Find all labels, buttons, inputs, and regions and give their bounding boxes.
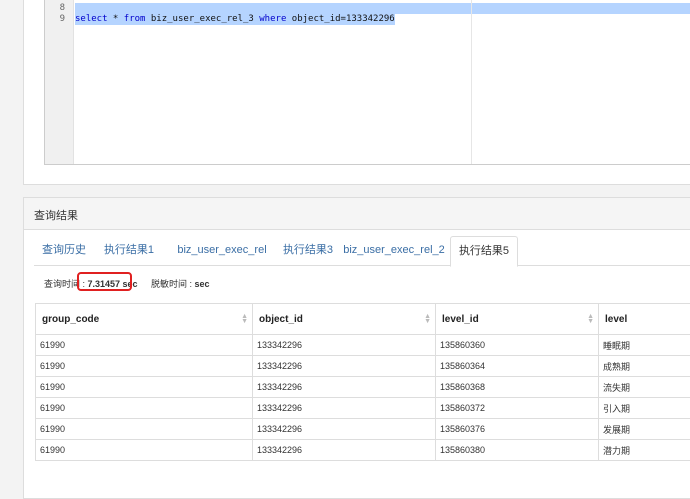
table-cell: 135860372	[436, 398, 599, 419]
line-number: 9	[45, 14, 65, 24]
table-cell: 133342296	[253, 398, 436, 419]
table-cell: 133342296	[253, 356, 436, 377]
table-cell: 发展期	[599, 419, 690, 440]
print-margin	[471, 0, 472, 164]
tab-result-1[interactable]: 执行结果1	[96, 236, 162, 264]
table-cell: 133342296	[253, 335, 436, 356]
sql-condition: object_id=133342296	[286, 14, 394, 24]
highlight-annotation	[77, 272, 132, 291]
tab-biz-user-exec-rel-2[interactable]: biz_user_exec_rel_2	[340, 236, 448, 264]
table-cell: 成熟期	[599, 356, 690, 377]
table-cell: 61990	[36, 377, 253, 398]
table-cell: 133342296	[253, 419, 436, 440]
sql-token: *	[108, 14, 124, 24]
table-cell: 流失期	[599, 377, 690, 398]
tab-result-5[interactable]: 执行结果5	[450, 236, 518, 267]
table-row: 61990 133342296 135860364 成熟期	[36, 356, 690, 377]
sql-keyword: from	[124, 14, 146, 24]
table-cell: 135860376	[436, 419, 599, 440]
mask-time-label: 脱敏时间 :	[151, 279, 195, 289]
line-number-gutter: 8 9	[45, 0, 74, 164]
column-header-label: group_code	[42, 314, 99, 325]
column-header-label: object_id	[259, 314, 303, 325]
table-cell: 61990	[36, 335, 253, 356]
table-header-row: group_code ▲▼ object_id ▲▼ level_id ▲▼ leve…	[36, 304, 690, 335]
sql-keyword: where	[259, 14, 286, 24]
column-header-group-code[interactable]: group_code ▲▼	[36, 304, 253, 335]
column-header-object-id[interactable]: object_id ▲▼	[253, 304, 436, 335]
column-header-level-id[interactable]: level_id ▲▼	[436, 304, 599, 335]
sql-editor[interactable]: 8 9 select * from biz_user_exec_rel_3 wh…	[44, 0, 690, 165]
column-header-level[interactable]: level	[599, 304, 690, 335]
line-number: 8	[45, 3, 65, 13]
table-row: 61990 133342296 135860380 潜力期	[36, 440, 690, 461]
table-cell: 133342296	[253, 377, 436, 398]
results-panel: 查询结果 查询历史 执行结果1 biz_user_exec_rel 执行结果3 …	[23, 197, 690, 499]
table-row: 61990 133342296 135860372 引入期	[36, 398, 690, 419]
sort-icon[interactable]: ▲▼	[424, 314, 431, 324]
tab-result-3[interactable]: 执行结果3	[277, 236, 339, 264]
tab-biz-user-exec-rel[interactable]: biz_user_exec_rel	[167, 236, 277, 264]
table-cell: 潜力期	[599, 440, 690, 461]
mask-time: 脱敏时间 : sec	[151, 277, 210, 290]
table-cell: 61990	[36, 398, 253, 419]
results-table: group_code ▲▼ object_id ▲▼ level_id ▲▼ leve…	[35, 303, 690, 461]
column-header-label: level_id	[442, 314, 479, 325]
table-cell: 135860380	[436, 440, 599, 461]
table-cell: 61990	[36, 440, 253, 461]
table-cell: 引入期	[599, 398, 690, 419]
table-cell: 135860368	[436, 377, 599, 398]
sort-icon[interactable]: ▲▼	[587, 314, 594, 324]
sql-keyword: select	[75, 14, 108, 24]
code-line-9[interactable]: select * from biz_user_exec_rel_3 where …	[75, 14, 395, 25]
table-row: 61990 133342296 135860360 睡眠期	[36, 335, 690, 356]
table-cell: 133342296	[253, 440, 436, 461]
table-cell: 135860360	[436, 335, 599, 356]
results-header: 查询结果	[24, 198, 690, 230]
column-header-label: level	[605, 314, 627, 325]
table-cell: 135860364	[436, 356, 599, 377]
sql-table-name: biz_user_exec_rel_3	[145, 14, 259, 24]
table-row: 61990 133342296 135860376 发展期	[36, 419, 690, 440]
tab-history[interactable]: 查询历史	[34, 236, 94, 264]
results-title: 查询结果	[34, 207, 78, 223]
table-cell: 61990	[36, 419, 253, 440]
code-line-8[interactable]	[75, 3, 690, 14]
table-cell: 睡眠期	[599, 335, 690, 356]
table-row: 61990 133342296 135860368 流失期	[36, 377, 690, 398]
mask-time-value: sec	[195, 279, 210, 289]
result-tabs: 查询历史 执行结果1 biz_user_exec_rel 执行结果3 biz_u…	[34, 236, 690, 266]
sort-icon[interactable]: ▲▼	[241, 314, 248, 324]
table-cell: 61990	[36, 356, 253, 377]
